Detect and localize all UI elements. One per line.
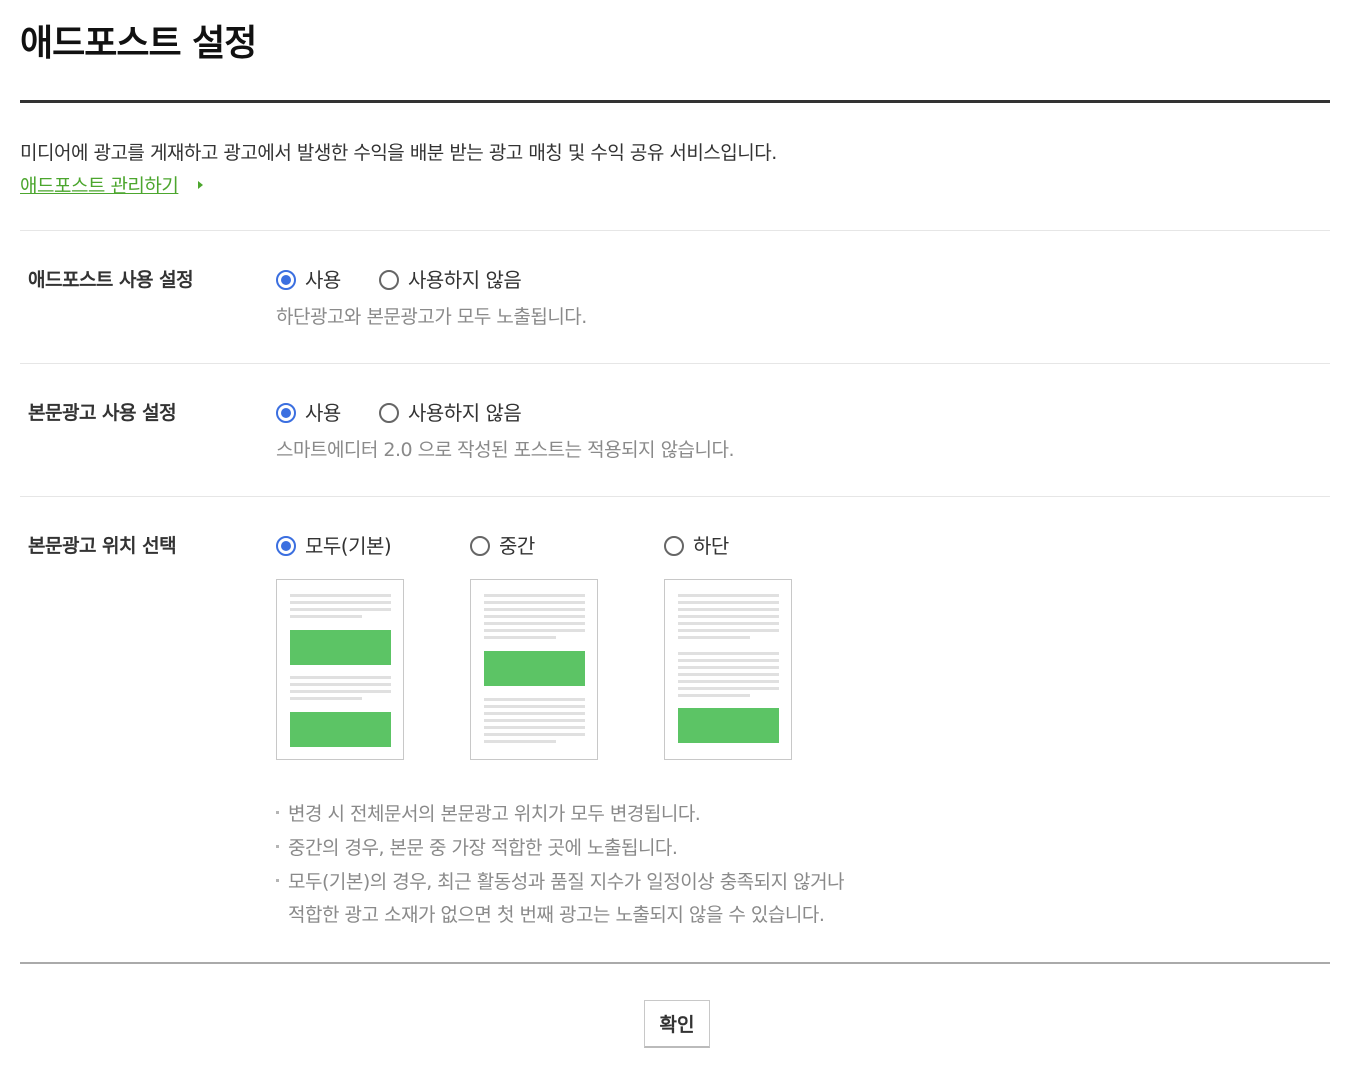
body-ad-use-label: 본문광고 사용 설정 <box>28 402 177 424</box>
position-preview-all[interactable] <box>276 579 404 760</box>
adpost-use-radio-off[interactable]: 사용하지 않음 <box>379 266 522 294</box>
position-preview-middle[interactable] <box>470 579 598 760</box>
arrow-right-icon <box>198 181 203 189</box>
radio-label: 사용 <box>305 268 341 292</box>
ad-block <box>290 630 391 665</box>
body-ad-use-radio-off[interactable]: 사용하지 않음 <box>379 399 522 427</box>
radio-label: 중간 <box>499 534 535 558</box>
adpost-use-radio-on[interactable]: 사용 <box>276 266 341 294</box>
adpost-use-description: 하단광고와 본문광고가 모두 노출됩니다. <box>276 306 587 328</box>
title-divider <box>20 100 1330 103</box>
radio-label: 사용 <box>305 401 341 425</box>
note-text: 변경 시 전체문서의 본문광고 위치가 모두 변경됩니다. <box>288 803 701 825</box>
body-ad-use-description: 스마트에디터 2.0 으로 작성된 포스트는 적용되지 않습니다. <box>276 439 735 461</box>
note-text: 모두(기본)의 경우, 최근 활동성과 품질 지수가 일정이상 충족되지 않거나 <box>288 871 845 893</box>
confirm-button[interactable]: 확인 <box>644 1000 710 1048</box>
ad-block <box>484 651 585 686</box>
bullet-icon <box>276 845 279 848</box>
page-title: 애드포스트 설정 <box>20 23 257 64</box>
bullet-icon <box>276 811 279 814</box>
body-ad-position-label: 본문광고 위치 선택 <box>28 535 177 557</box>
note-item: 모두(기본)의 경우, 최근 활동성과 품질 지수가 일정이상 충족되지 않거나 <box>276 868 845 896</box>
position-radio-all[interactable]: 모두(기본) <box>276 532 392 560</box>
bullet-icon <box>276 879 279 882</box>
footer-divider <box>20 962 1330 964</box>
radio-label: 사용하지 않음 <box>408 268 522 292</box>
radio-unchecked-icon <box>379 403 399 423</box>
note-text: 중간의 경우, 본문 중 가장 적합한 곳에 노출됩니다. <box>288 837 678 859</box>
note-item: 중간의 경우, 본문 중 가장 적합한 곳에 노출됩니다. <box>276 834 678 862</box>
radio-unchecked-icon <box>664 536 684 556</box>
radio-label: 사용하지 않음 <box>408 401 522 425</box>
section-divider <box>20 363 1330 364</box>
service-description: 미디어에 광고를 게재하고 광고에서 발생한 수익을 배분 받는 광고 매칭 및… <box>20 142 777 164</box>
radio-unchecked-icon <box>470 536 490 556</box>
radio-label: 하단 <box>693 534 729 558</box>
section-divider <box>20 496 1330 497</box>
position-preview-bottom[interactable] <box>664 579 792 760</box>
radio-label: 모두(기본) <box>305 534 392 558</box>
position-radio-middle[interactable]: 중간 <box>470 532 535 560</box>
radio-checked-icon <box>276 403 296 423</box>
section-divider <box>20 230 1330 231</box>
radio-checked-icon <box>276 270 296 290</box>
adpost-use-label: 애드포스트 사용 설정 <box>28 269 194 291</box>
ad-block <box>290 712 391 747</box>
body-ad-use-radio-on[interactable]: 사용 <box>276 399 341 427</box>
adpost-manage-link[interactable]: 애드포스트 관리하기 <box>20 172 179 200</box>
note-item: 변경 시 전체문서의 본문광고 위치가 모두 변경됩니다. <box>276 800 701 828</box>
ad-block <box>678 708 779 743</box>
position-radio-bottom[interactable]: 하단 <box>664 532 729 560</box>
radio-checked-icon <box>276 536 296 556</box>
radio-unchecked-icon <box>379 270 399 290</box>
note-text-continued: 적합한 광고 소재가 없으면 첫 번째 광고는 노출되지 않을 수 있습니다. <box>288 904 825 926</box>
